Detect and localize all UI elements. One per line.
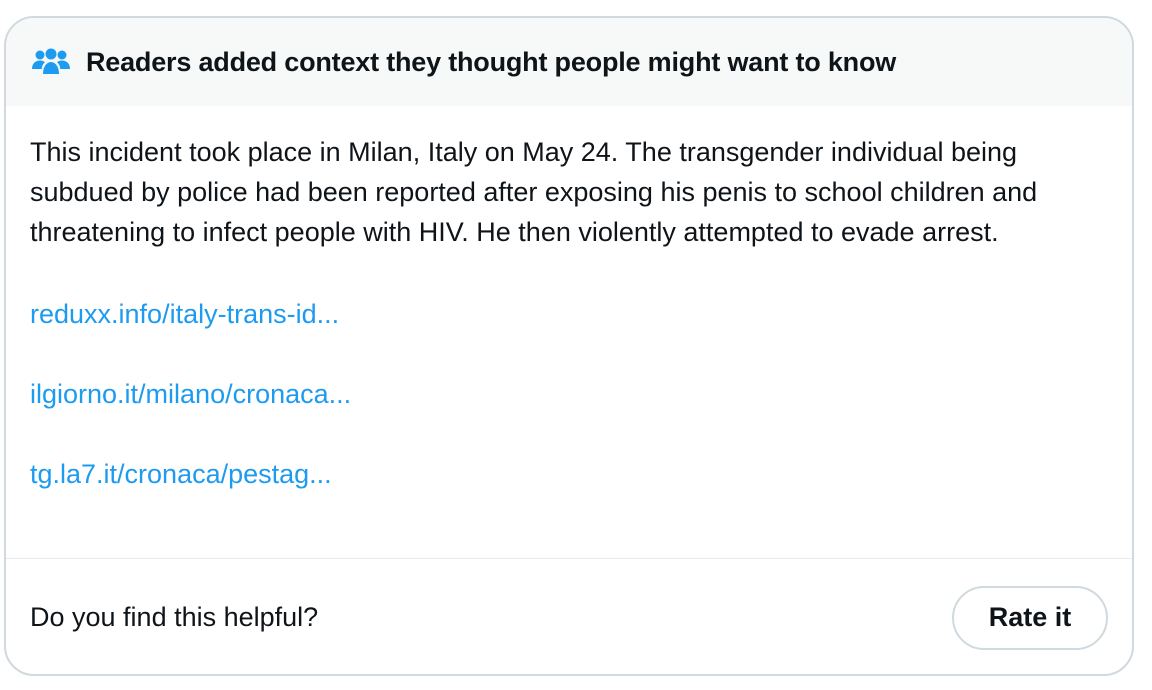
note-header-title: Readers added context they thought peopl… bbox=[86, 46, 897, 77]
rate-it-button[interactable]: Rate it bbox=[952, 585, 1108, 650]
source-link-reduxx[interactable]: reduxx.info/italy-trans-id... bbox=[30, 294, 1108, 334]
source-links: reduxx.info/italy-trans-id... ilgiorno.i… bbox=[30, 294, 1108, 494]
note-footer: Do you find this helpful? Rate it bbox=[6, 559, 1132, 674]
source-link-ilgiorno[interactable]: ilgiorno.it/milano/cronaca... bbox=[30, 374, 1108, 414]
note-text: This incident took place in Milan, Italy… bbox=[30, 137, 1038, 247]
community-note-card: Readers added context they thought peopl… bbox=[4, 16, 1134, 676]
note-header: Readers added context they thought peopl… bbox=[6, 18, 1132, 106]
source-link-la7[interactable]: tg.la7.it/cronaca/pestag... bbox=[30, 454, 1108, 494]
people-group-icon bbox=[32, 47, 70, 77]
note-body: This incident took place in Milan, Italy… bbox=[6, 106, 1132, 494]
helpful-question: Do you find this helpful? bbox=[30, 602, 319, 632]
